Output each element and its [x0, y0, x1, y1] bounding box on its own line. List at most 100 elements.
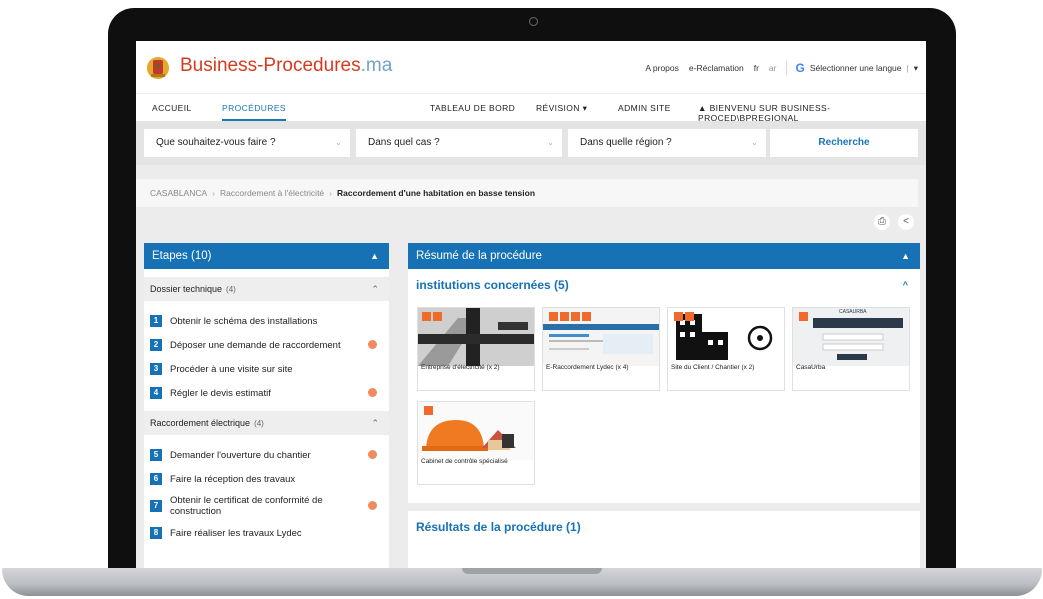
share-icon[interactable]: <	[898, 214, 914, 230]
search-case-select[interactable]: Dans quel cas ? ⌄	[356, 129, 562, 157]
step-number: 8	[150, 527, 162, 539]
user-greeting: BIENVENU SUR BUSINESS-PROCED\BPREGIONAL	[698, 103, 831, 123]
step-label: Procéder à une visite sur site	[170, 363, 293, 375]
nav-admin-site[interactable]: ADMIN SITE	[618, 103, 671, 113]
chevron-up-icon: ^	[902, 280, 908, 290]
steps-panel-title: Etapes (10)	[152, 250, 212, 262]
step-label: Obtenir le certificat de conformité de c…	[170, 495, 323, 517]
about-link[interactable]: A propos	[645, 63, 679, 73]
institution-card[interactable]: Cabinet de contrôle spécialisé	[417, 401, 535, 485]
lang-ar-link[interactable]: ar	[769, 63, 777, 73]
step-label: Demander l'ouverture du chantier	[170, 449, 311, 461]
online-icon	[368, 388, 377, 397]
institution-card[interactable]: E-Raccordement Lydec (x 4)	[542, 307, 660, 391]
institution-caption: Cabinet de contrôle spécialisé	[421, 458, 508, 465]
search-what-select[interactable]: Que souhaitez-vous faire ? ⌄	[144, 129, 350, 157]
search-button[interactable]: Recherche	[770, 129, 918, 157]
top-links: A propos e-Réclamation fr ar G Sélection…	[645, 61, 918, 75]
chevron-up-icon: ▲	[370, 251, 379, 261]
nav-revision-label: RÉVISION	[536, 103, 580, 113]
online-icon	[368, 501, 377, 510]
breadcrumb-item[interactable]: Raccordement à l'électricité	[220, 188, 324, 198]
chevron-down-icon: ⌄	[335, 138, 342, 147]
nav-tableau-de-bord[interactable]: TABLEAU DE BORD	[430, 103, 515, 113]
institution-card[interactable]: Entreprise d'électricité (x 2)	[417, 307, 535, 391]
chevron-down-icon: ▾	[582, 103, 588, 113]
language-selector[interactable]: G Sélectionner une langue | ▾	[786, 61, 918, 75]
reclamation-link[interactable]: e-Réclamation	[689, 63, 744, 73]
brand-title[interactable]: Business-Procedures.ma	[180, 55, 392, 77]
summary-panel: Résumé de la procédure ▲ institutions con…	[408, 243, 920, 503]
step-group-count: (4)	[226, 285, 236, 294]
nav-revision[interactable]: RÉVISION ▾	[536, 103, 587, 114]
step-label: Déposer une demande de raccordement	[170, 339, 341, 351]
badge	[799, 312, 808, 321]
institutions-title: institutions concernées (5)	[416, 278, 569, 292]
breadcrumb-item[interactable]: CASABLANCA	[150, 188, 207, 198]
step-item[interactable]: 1 Obtenir le schéma des installations	[144, 309, 389, 333]
step-group-header[interactable]: Raccordement électrique (4) ⌃	[144, 411, 389, 435]
step-item[interactable]: 3 Procéder à une visite sur site	[144, 357, 389, 381]
breadcrumb-current: Raccordement d'une habitation en basse t…	[337, 188, 536, 198]
step-label: Faire la réception des travaux	[170, 473, 296, 485]
step-label: Faire réaliser les travaux Lydec	[170, 527, 302, 539]
lang-fr-link[interactable]: fr	[754, 63, 759, 73]
hardhat-image	[418, 402, 534, 460]
badge	[422, 312, 431, 321]
laptop-notch	[462, 568, 602, 574]
casaurba-image	[793, 308, 909, 366]
step-item[interactable]: 7 Obtenir le certificat de conformité de …	[144, 491, 389, 521]
language-selector-label: Sélectionner une langue	[809, 63, 902, 73]
step-item[interactable]: 5 Demander l'ouverture du chantier	[144, 443, 389, 467]
badge	[433, 312, 442, 321]
steps-panel: Etapes (10) ▲ Dossier technique (4) ⌃ 1 Obte…	[144, 243, 389, 568]
badge	[560, 312, 569, 321]
online-icon	[368, 340, 377, 349]
chevron-up-icon: ⌃	[371, 284, 379, 294]
summary-panel-header[interactable]: Résumé de la procédure ▲	[408, 243, 920, 269]
print-icon[interactable]: ⎙	[874, 214, 890, 230]
step-number: 3	[150, 363, 162, 375]
search-region-select[interactable]: Dans quelle région ? ⌄	[568, 129, 766, 157]
summary-panel-title: Résumé de la procédure	[416, 250, 542, 262]
user-menu[interactable]: ▲ BIENVENU SUR BUSINESS-PROCED\BPREGIONA…	[698, 103, 926, 123]
chevron-up-icon: ▲	[901, 251, 910, 261]
institution-caption: Entreprise d'électricité (x 2)	[421, 364, 500, 371]
step-number: 5	[150, 449, 162, 461]
institutions-header[interactable]: institutions concernées (5) ^	[408, 269, 920, 301]
step-group-label: Dossier technique	[150, 284, 223, 294]
chevron-up-icon: ⌃	[371, 418, 379, 428]
step-item[interactable]: 8 Faire réaliser les travaux Lydec	[144, 521, 389, 545]
main-nav: ACCUEIL PROCÉDURES TABLEAU DE BORD RÉVIS…	[136, 93, 926, 123]
step-group-count: (4)	[254, 419, 264, 428]
results-header[interactable]: Résultats de la procédure (1)	[408, 511, 920, 543]
step-number: 2	[150, 339, 162, 351]
institution-card[interactable]: CASAURBA CasaUrba	[792, 307, 910, 391]
site-header: Business-Procedures.ma A propos e-Réclam…	[136, 41, 926, 93]
nav-accueil[interactable]: ACCUEIL	[152, 103, 192, 113]
institution-card[interactable]: Site du Client / Chantier (x 2)	[667, 307, 785, 391]
steps-panel-header[interactable]: Etapes (10) ▲	[144, 243, 389, 269]
step-group-header[interactable]: Dossier technique (4) ⌃	[144, 277, 389, 301]
step-item[interactable]: 4 Régler le devis estimatif	[144, 381, 389, 405]
step-group-label: Raccordement électrique	[150, 418, 251, 428]
badge	[571, 312, 580, 321]
chevron-down-icon: ⌄	[751, 138, 758, 147]
institution-caption: E-Raccordement Lydec (x 4)	[546, 364, 629, 371]
step-item[interactable]: 6 Faire la réception des travaux	[144, 467, 389, 491]
step-number: 7	[150, 500, 162, 512]
badge	[549, 312, 558, 321]
step-number: 6	[150, 473, 162, 485]
google-icon: G	[795, 61, 805, 75]
online-icon	[368, 450, 377, 459]
breadcrumb-separator: ›	[329, 188, 332, 198]
results-title: Résultats de la procédure (1)	[416, 520, 581, 534]
step-item[interactable]: 2 Déposer une demande de raccordement	[144, 333, 389, 357]
user-icon: ▲	[698, 103, 707, 113]
search-bar: Que souhaitez-vous faire ? ⌄ Dans quel ca…	[136, 121, 926, 165]
step-number: 1	[150, 315, 162, 327]
coat-of-arms-logo	[147, 57, 169, 79]
badge	[674, 312, 683, 321]
nav-procedures[interactable]: PROCÉDURES	[222, 103, 286, 121]
step-label: Obtenir le schéma des installations	[170, 315, 318, 327]
